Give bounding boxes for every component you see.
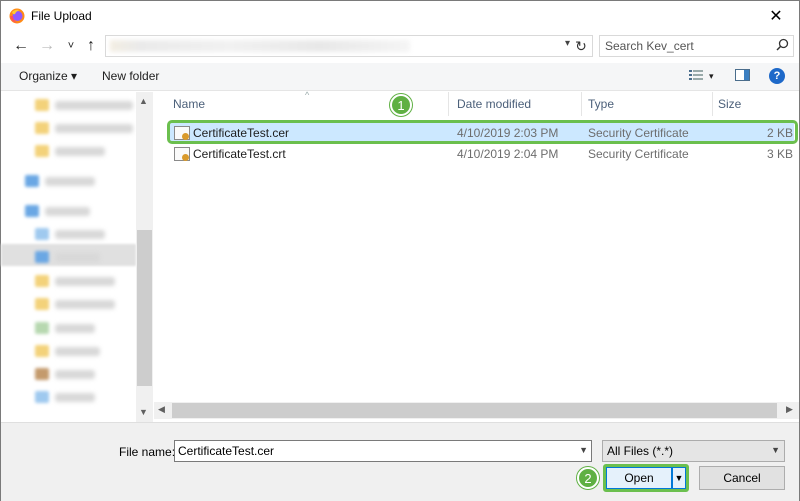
file-name: CertificateTest.crt xyxy=(193,147,286,161)
cancel-button[interactable]: Cancel xyxy=(699,466,785,490)
file-size: 3 KB xyxy=(767,147,794,161)
nav-item[interactable] xyxy=(35,367,95,381)
column-type[interactable]: Type xyxy=(588,97,614,111)
scroll-left-icon[interactable]: ◀ xyxy=(158,404,165,415)
column-size[interactable]: Size xyxy=(718,97,741,111)
recent-locations-button[interactable]: ˅ xyxy=(61,36,81,56)
close-button[interactable]: ✕ xyxy=(753,1,799,31)
view-options-icon[interactable] xyxy=(689,69,703,84)
scrollbar-thumb[interactable] xyxy=(172,403,777,418)
forward-arrow-icon: → xyxy=(39,37,55,54)
selected-file-highlight xyxy=(167,120,798,144)
nav-item[interactable] xyxy=(35,321,95,335)
column-separator[interactable] xyxy=(581,92,582,116)
refresh-icon[interactable]: ↻ xyxy=(572,37,590,55)
certificate-file-icon xyxy=(174,147,190,161)
step-2-badge: 2 xyxy=(577,467,599,489)
file-date: 4/10/2019 2:04 PM xyxy=(457,147,559,161)
open-button[interactable]: Open xyxy=(606,467,672,489)
command-toolbar: Organize ▾ New folder ▾ ? xyxy=(1,63,799,91)
up-arrow-icon: ↑ xyxy=(87,37,95,54)
column-header-row: ^ Name Date modified Type Size xyxy=(154,90,799,116)
scroll-down-icon[interactable]: ▼ xyxy=(139,407,148,417)
file-type-select[interactable]: All Files (*.*) ▼ xyxy=(602,440,785,462)
nav-item[interactable] xyxy=(35,274,115,288)
new-folder-button[interactable]: New folder xyxy=(102,69,159,83)
close-icon: ✕ xyxy=(769,8,783,25)
nav-item[interactable] xyxy=(35,144,105,158)
chevron-down-icon[interactable]: ▼ xyxy=(579,445,588,455)
nav-item[interactable] xyxy=(35,227,105,241)
organize-menu[interactable]: Organize ▾ xyxy=(19,69,77,83)
nav-item[interactable] xyxy=(35,121,133,135)
column-separator[interactable] xyxy=(448,92,449,116)
window-title: File Upload xyxy=(31,9,92,23)
nav-vertical-scrollbar[interactable]: ▲ ▼ xyxy=(136,92,153,422)
sort-ascending-icon: ^ xyxy=(305,90,310,100)
open-button-highlight: Open ▼ xyxy=(603,464,689,492)
open-options-dropdown[interactable]: ▼ xyxy=(672,467,686,489)
view-dropdown-icon[interactable]: ▾ xyxy=(709,71,714,82)
chevron-down-icon: ▼ xyxy=(674,473,684,483)
back-arrow-icon: ← xyxy=(13,37,29,54)
scroll-right-icon[interactable]: ▶ xyxy=(786,404,793,415)
column-separator[interactable] xyxy=(712,92,713,116)
nav-item[interactable] xyxy=(25,174,95,188)
file-name-label: File name: xyxy=(119,445,176,459)
search-box[interactable] xyxy=(599,35,794,57)
help-icon[interactable]: ? xyxy=(769,68,785,84)
nav-item[interactable] xyxy=(25,204,90,218)
file-type: Security Certificate xyxy=(588,147,689,161)
back-button[interactable]: ← xyxy=(11,36,31,56)
nav-item[interactable] xyxy=(35,98,133,112)
dialog-footer: File name: ▼ All Files (*.*) ▼ 2 Open ▼ … xyxy=(1,422,799,501)
search-icon xyxy=(776,38,789,54)
step-1-badge: 1 xyxy=(390,94,412,116)
search-input[interactable] xyxy=(605,39,765,53)
nav-item[interactable] xyxy=(35,250,100,264)
address-dropdown-icon[interactable]: ▾ xyxy=(565,38,570,49)
nav-item[interactable] xyxy=(35,297,115,311)
navigation-pane: ▲ ▼ xyxy=(1,92,153,422)
file-type-value: All Files (*.*) xyxy=(607,444,674,458)
nav-item[interactable] xyxy=(35,390,95,404)
file-row[interactable]: CertificateTest.crt 4/10/2019 2:04 PM Se… xyxy=(169,144,794,164)
file-name-input[interactable] xyxy=(178,444,568,458)
column-date-modified[interactable]: Date modified xyxy=(457,97,531,111)
file-upload-dialog: File Upload ✕ ← → ˅ ↑ ▾ ↻ O xyxy=(0,0,800,501)
up-button[interactable]: ↑ xyxy=(81,36,101,56)
address-breadcrumb-blurred xyxy=(110,40,410,52)
preview-pane-icon[interactable] xyxy=(735,69,750,84)
file-name-field[interactable]: ▼ xyxy=(174,440,592,462)
file-list-horizontal-scrollbar[interactable]: ◀ ▶ xyxy=(154,402,799,419)
forward-button[interactable]: → xyxy=(37,36,57,56)
chevron-down-icon: ˅ xyxy=(67,40,75,52)
column-name[interactable]: Name xyxy=(173,97,205,111)
title-bar: File Upload ✕ xyxy=(1,1,799,31)
chevron-down-icon: ▼ xyxy=(771,445,780,455)
address-bar[interactable]: ▾ ↻ xyxy=(105,35,593,57)
navigation-bar: ← → ˅ ↑ ▾ ↻ xyxy=(1,31,799,61)
scrollbar-thumb[interactable] xyxy=(137,230,152,386)
firefox-icon xyxy=(9,8,25,24)
nav-item[interactable] xyxy=(35,344,100,358)
scroll-up-icon[interactable]: ▲ xyxy=(139,96,148,106)
